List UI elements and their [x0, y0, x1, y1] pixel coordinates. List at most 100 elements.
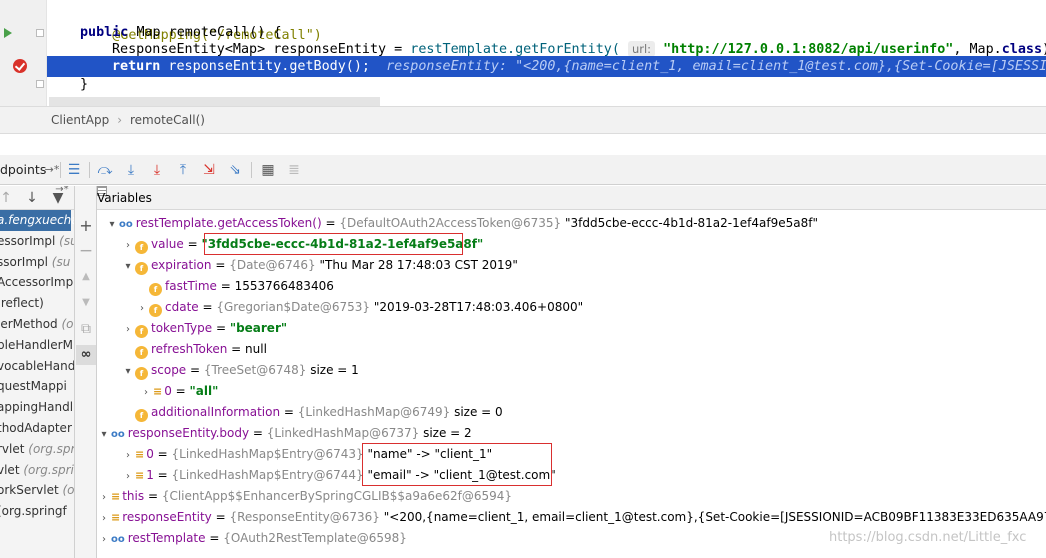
stack-frame[interactable]: thodAdapter	[0, 418, 72, 439]
inline-debug-value: responseEntity: "<200,{name=client_1, em…	[369, 59, 1046, 74]
return-expression: responseEntity.getBody();	[160, 59, 370, 74]
var-token-type[interactable]: › f tokenType = "bearer"	[121, 318, 287, 339]
drop-frame-icon[interactable]: ⇲	[199, 160, 219, 180]
field-icon: f	[135, 325, 148, 338]
editor-bottom-space	[0, 134, 1046, 155]
stack-frame[interactable]: (org.springf	[0, 501, 71, 522]
stack-frame[interactable]: .reflect)	[0, 293, 71, 314]
stack-frame-method: appingHandl	[0, 400, 74, 415]
declaration-text: ResponseEntity<Map> responseEntity =	[112, 42, 411, 57]
stack-frame-package: (su	[59, 233, 74, 248]
field-icon: f	[135, 409, 148, 422]
stack-frame-package: (o	[62, 483, 75, 498]
keyword-return: return	[112, 59, 161, 74]
stack-frame-package: (org.spri	[23, 462, 74, 477]
stack-frame[interactable]: bleHandlerM	[0, 335, 73, 356]
frame-list: a.fengxuechaessorImpl (sussorImpl (suAcc…	[0, 210, 74, 543]
stack-frame-method: orkServlet	[0, 483, 63, 498]
fold-marker-icon[interactable]	[36, 29, 44, 37]
field-icon: f	[149, 304, 162, 317]
var-scope[interactable]: ▾ f scope = {TreeSet@6748} size = 1	[121, 360, 359, 381]
stack-frame[interactable]: appingHandl	[0, 397, 74, 418]
stack-frame-package: (org.spr	[28, 441, 75, 456]
copy-icon[interactable]: ⧉	[76, 319, 96, 339]
var-cdate[interactable]: › f cdate = {Gregorian$Date@6753} "2019-03…	[135, 297, 583, 318]
stack-frame[interactable]: ssorImpl (su	[0, 252, 71, 273]
expand-arrow-icon[interactable]: ›	[135, 298, 149, 319]
expand-arrow-icon[interactable]: ›	[97, 529, 111, 550]
var-response-body[interactable]: ▾ oo responseEntity.body = {LinkedHashMap@…	[97, 423, 471, 445]
var-scope-item[interactable]: › ≡ 0 = "all"	[139, 381, 218, 402]
step-out-icon[interactable]: ⤒	[173, 160, 193, 180]
stack-frame[interactable]: a.fengxuecha	[0, 210, 74, 231]
expand-arrow-icon[interactable]: ›	[97, 487, 111, 508]
step-into-icon[interactable]: ⤓	[121, 160, 141, 180]
step-over-icon[interactable]: ⤼	[95, 160, 115, 180]
var-this[interactable]: › ≡ this = {ClientApp$$EnhancerBySpringCGL…	[97, 486, 512, 507]
move-down-icon[interactable]: ▼	[76, 293, 96, 313]
debugger-toolbar: dpoints →* ☰ ⤼ ⤓ ⤓ ⤒ ⇲ ⇘ ▦ ≣	[0, 155, 1046, 185]
show-watches-icon[interactable]: ∞	[76, 345, 96, 365]
frames-toolbar: ↑ ↓ ▼ →*	[0, 186, 74, 210]
run-to-cursor-icon[interactable]: ⇘	[225, 160, 245, 180]
collapse-arrow-icon[interactable]: ▾	[121, 361, 135, 382]
breadcrumb-separator: ›	[117, 113, 122, 127]
var-response-entity[interactable]: › ≡ responseEntity = {ResponseEntity@6736}…	[97, 507, 1046, 528]
object-icon: oo	[119, 219, 133, 230]
breakpoints-tab-label[interactable]: dpoints	[0, 155, 46, 185]
editor-gutter[interactable]	[0, 0, 47, 106]
evaluate-expression-icon[interactable]: ▦	[258, 160, 278, 180]
expand-arrow-icon[interactable]: ›	[121, 235, 135, 256]
list-item-icon: ≡	[135, 448, 144, 461]
current-execution-line[interactable]: return responseEntity.getBody(); respons…	[47, 56, 1046, 77]
trace-stream-icon[interactable]: ≣	[284, 160, 304, 180]
breakpoint-icon[interactable]	[13, 59, 27, 73]
expand-arrow-icon[interactable]: ›	[121, 466, 135, 487]
pin-icon[interactable]: →*	[42, 160, 62, 180]
force-step-into-icon[interactable]: ⤓	[147, 160, 167, 180]
var-additional-information[interactable]: f additionalInformation = {LinkedHashMap@…	[135, 402, 503, 423]
variables-panel: Variables ▾ oo restTemplate.getAccessToken…	[97, 186, 1046, 558]
stack-frame[interactable]: rvlet (org.spr	[0, 439, 74, 460]
breadcrumb-class[interactable]: ClientApp	[51, 113, 109, 127]
fold-marker-icon[interactable]	[36, 80, 44, 88]
var-refresh-token[interactable]: f refreshToken = null	[135, 339, 267, 360]
stack-frame[interactable]: lerMethod (o	[0, 314, 74, 335]
method-call-text: restTemplate.getForEntity(	[410, 42, 620, 57]
show-execution-point-icon[interactable]: ☰	[64, 160, 84, 180]
stack-frame[interactable]: vlet (org.spri	[0, 460, 74, 481]
keyword-public: public	[80, 25, 129, 40]
breadcrumb-method[interactable]: remoteCall()	[130, 113, 205, 127]
add-watch-icon[interactable]: +	[76, 216, 96, 236]
method-name: remoteCall() {	[168, 25, 282, 40]
move-up-icon[interactable]: ▲	[76, 267, 96, 287]
run-method-icon[interactable]	[4, 28, 12, 38]
stack-frame[interactable]: essorImpl (su	[0, 231, 74, 252]
hide-panel-icon[interactable]: →*	[52, 186, 72, 200]
stack-frame[interactable]: AccessorImpl	[0, 272, 74, 293]
stack-frame-method: ssorImpl	[0, 254, 52, 269]
frame-up-icon[interactable]: ↑	[0, 188, 16, 208]
expand-arrow-icon[interactable]: ›	[121, 319, 135, 340]
editor-horizontal-scrollbar[interactable]	[49, 97, 380, 106]
stack-frame-method: essorImpl	[0, 233, 60, 248]
stack-frame[interactable]	[0, 522, 71, 543]
stack-frame[interactable]: vocableHand	[0, 356, 74, 377]
expand-arrow-icon[interactable]: ›	[139, 382, 153, 403]
expand-arrow-icon[interactable]: ›	[97, 508, 111, 529]
collapse-arrow-icon[interactable]: ▾	[105, 214, 119, 235]
var-expiration[interactable]: ▾ f expiration = {Date@6746} "Thu Mar 28 1…	[121, 255, 518, 276]
frame-down-icon[interactable]: ↓	[22, 188, 42, 208]
var-access-token[interactable]: ▾ oo restTemplate.getAccessToken() = {Defa…	[105, 213, 817, 235]
expand-arrow-icon[interactable]: ›	[121, 445, 135, 466]
stack-frame[interactable]: questMappi	[0, 376, 71, 397]
stack-frame-method: questMappi	[0, 379, 67, 394]
code-editor[interactable]: @GetMapping("/remoteCall") public Map re…	[0, 0, 1046, 106]
collapse-arrow-icon[interactable]: ▾	[97, 424, 111, 445]
url-string: "http://127.0.0.1:8082/api/userinfo"	[663, 42, 954, 57]
stack-frame[interactable]: orkServlet (o	[0, 480, 74, 501]
var-fast-time[interactable]: f fastTime = 1553766483406	[149, 276, 334, 297]
remove-watch-icon[interactable]: −	[76, 241, 96, 261]
var-rest-template[interactable]: › oo restTemplate = {OAuth2RestTemplate@65…	[97, 528, 407, 549]
collapse-arrow-icon[interactable]: ▾	[121, 256, 135, 277]
